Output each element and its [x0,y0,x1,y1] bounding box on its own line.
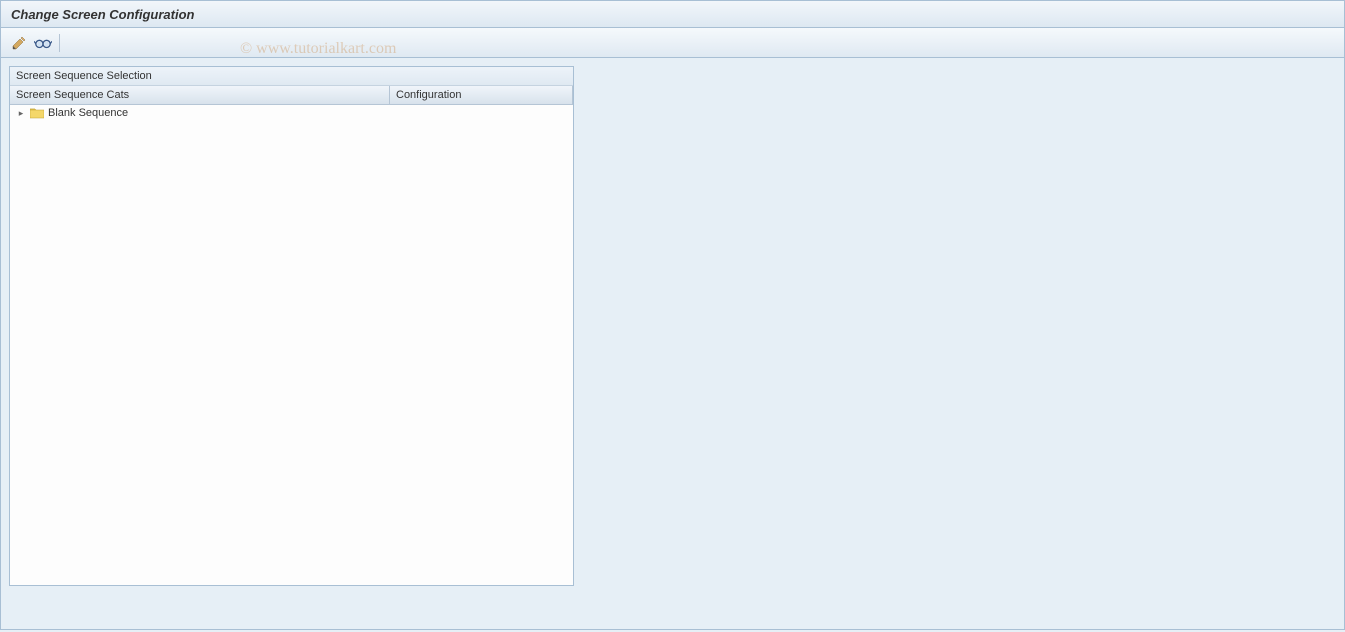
title-bar: Change Screen Configuration [0,0,1345,28]
table-header: Screen Sequence Cats Configuration [10,86,573,105]
display-icon[interactable] [33,33,53,53]
toolbar [0,28,1345,58]
tree-item-label: Blank Sequence [48,107,128,119]
page-title: Change Screen Configuration [11,7,194,22]
column-header-cats[interactable]: Screen Sequence Cats [10,86,390,104]
screen-sequence-panel: Screen Sequence Selection Screen Sequenc… [9,66,574,586]
folder-icon [30,107,44,119]
tree-body: ▸ Blank Sequence [10,105,573,585]
column-header-config[interactable]: Configuration [390,86,573,104]
toolbar-divider [59,34,60,52]
panel-title: Screen Sequence Selection [10,67,573,86]
change-icon[interactable] [9,33,29,53]
main-area: Screen Sequence Selection Screen Sequenc… [0,58,1345,630]
expand-arrow-icon[interactable]: ▸ [16,108,26,118]
tree-item-blank-sequence[interactable]: ▸ Blank Sequence [10,105,573,121]
